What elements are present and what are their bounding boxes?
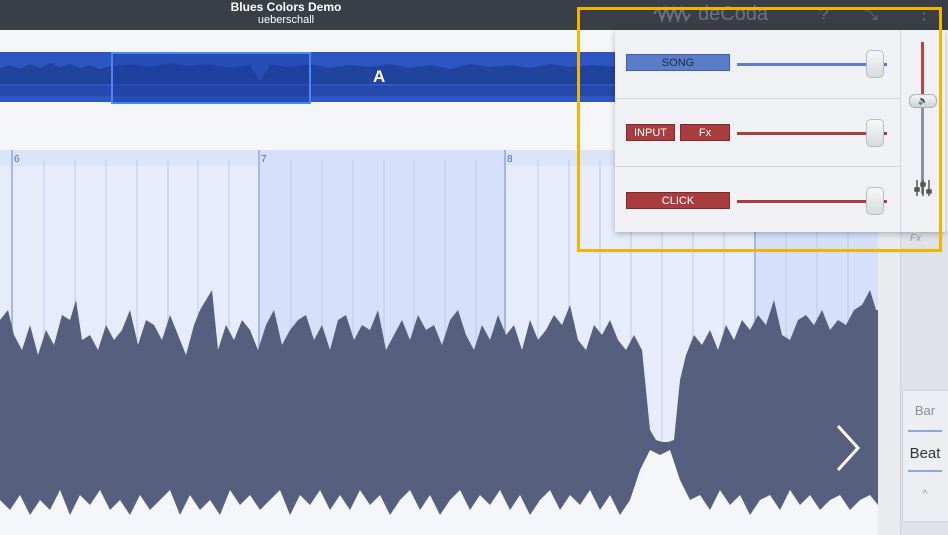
mixer-divider bbox=[615, 98, 900, 99]
speaker-icon[interactable]: 🔈 bbox=[909, 94, 937, 108]
song-track-label[interactable]: SONG bbox=[626, 54, 730, 71]
input-volume-track[interactable] bbox=[737, 132, 887, 135]
click-volume-track[interactable] bbox=[737, 200, 887, 203]
snap-beat-option[interactable]: Beat bbox=[902, 445, 948, 462]
menu-dots-icon[interactable]: ⋮ bbox=[915, 4, 933, 24]
mixer-separator bbox=[900, 30, 901, 232]
loop-selection[interactable] bbox=[111, 52, 311, 104]
fx-label: Fx bbox=[910, 233, 922, 244]
help-icon[interactable]: ? bbox=[815, 4, 833, 24]
next-arrow-icon[interactable] bbox=[832, 420, 866, 476]
snap-caret-icon[interactable]: ^ bbox=[902, 489, 948, 500]
bar-number-6: 6 bbox=[14, 154, 20, 165]
bar-number-7: 7 bbox=[261, 154, 267, 165]
input-track-label[interactable]: INPUT bbox=[626, 124, 675, 141]
snap-divider-top bbox=[908, 430, 942, 432]
mixer-sliders-icon[interactable] bbox=[913, 178, 933, 198]
bar-number-8: 8 bbox=[507, 154, 513, 165]
top-bar: Blues Colors Demo ueberschall deCoda ? ⤡… bbox=[0, 0, 948, 30]
mixer-panel: SONG INPUT Fx CLICK 🔈 bbox=[615, 30, 945, 232]
brand-logo: deCoda bbox=[652, 3, 792, 25]
fx-button[interactable]: Fx bbox=[680, 124, 730, 141]
input-volume-knob[interactable] bbox=[866, 119, 884, 147]
section-label: A bbox=[373, 67, 386, 86]
brand-name: deCoda bbox=[698, 3, 769, 25]
song-volume-track[interactable] bbox=[737, 63, 887, 66]
mixer-divider bbox=[615, 166, 900, 167]
click-volume-knob[interactable] bbox=[866, 187, 884, 215]
expand-icon[interactable]: ⤡ bbox=[862, 4, 880, 24]
click-track-label[interactable]: CLICK bbox=[626, 192, 730, 209]
snap-bar-option[interactable]: Bar bbox=[902, 403, 948, 418]
song-volume-knob[interactable] bbox=[866, 50, 884, 78]
song-artist: ueberschall bbox=[257, 14, 315, 26]
decoda-logo-icon bbox=[653, 5, 691, 23]
song-title: Blues Colors Demo bbox=[230, 0, 342, 14]
snap-divider-bottom bbox=[908, 470, 942, 472]
